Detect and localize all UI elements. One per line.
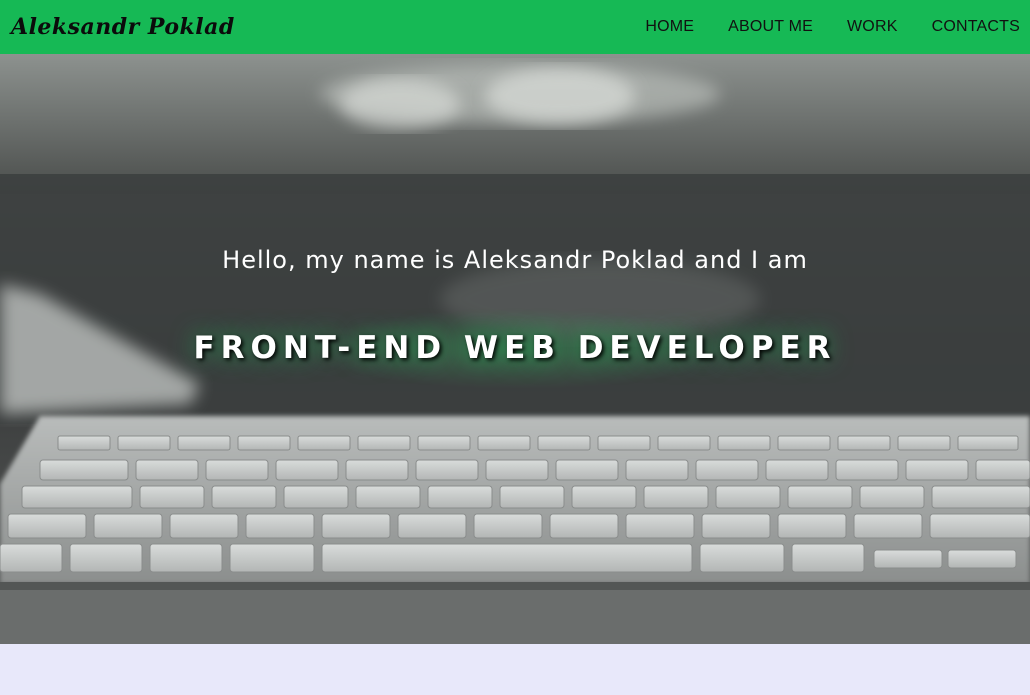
navbar: Aleksandr Poklad HOME ABOUT ME WORK CONT…: [0, 0, 1030, 54]
nav-item-about-me[interactable]: ABOUT ME: [728, 18, 813, 36]
hero-section: Hello, my name is Aleksandr Poklad and I…: [0, 54, 1030, 644]
hero-role-title: FRONT-END WEB DEVELOPER: [193, 330, 837, 366]
nav-item-work[interactable]: WORK: [847, 18, 898, 36]
site-logo[interactable]: Aleksandr Poklad: [11, 14, 235, 40]
nav-item-contacts[interactable]: CONTACTS: [932, 18, 1020, 36]
content-area: [0, 644, 1030, 695]
hero-greeting: Hello, my name is Aleksandr Poklad and I…: [222, 246, 808, 274]
main-nav: HOME ABOUT ME WORK CONTACTS: [645, 18, 1020, 36]
nav-item-home[interactable]: HOME: [645, 18, 694, 36]
